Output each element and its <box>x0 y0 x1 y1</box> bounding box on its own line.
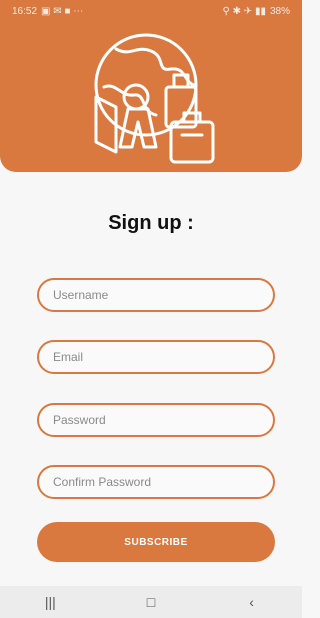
signal-icons: ⚲ ✱ ✈ ▮▮ <box>222 5 266 17</box>
password-field[interactable] <box>37 403 275 437</box>
navigation-bar: ||| □ ‹ <box>0 586 302 618</box>
notification-icons: ▣ ✉ ■ ⋯ <box>41 5 84 17</box>
status-bar: 16:52 ▣ ✉ ■ ⋯ ⚲ ✱ ✈ ▮▮ 38% <box>0 0 302 22</box>
hero-banner <box>0 22 302 172</box>
confirm-password-field[interactable] <box>37 465 275 499</box>
email-field[interactable] <box>37 340 275 374</box>
back-icon[interactable]: ‹ <box>232 590 272 614</box>
travel-globe-luggage-icon <box>94 33 215 164</box>
status-time: 16:52 <box>12 5 38 17</box>
battery-level: 38% <box>269 5 290 17</box>
status-left: 16:52 ▣ ✉ ■ ⋯ <box>12 6 83 17</box>
subscribe-button[interactable]: SUBSCRIBE <box>37 522 275 562</box>
recents-icon[interactable]: ||| <box>30 590 70 614</box>
status-right: ⚲ ✱ ✈ ▮▮ 38% <box>223 6 290 17</box>
page-title: Sign up : <box>108 212 194 234</box>
username-field[interactable] <box>37 278 275 312</box>
home-icon[interactable]: □ <box>131 590 171 614</box>
